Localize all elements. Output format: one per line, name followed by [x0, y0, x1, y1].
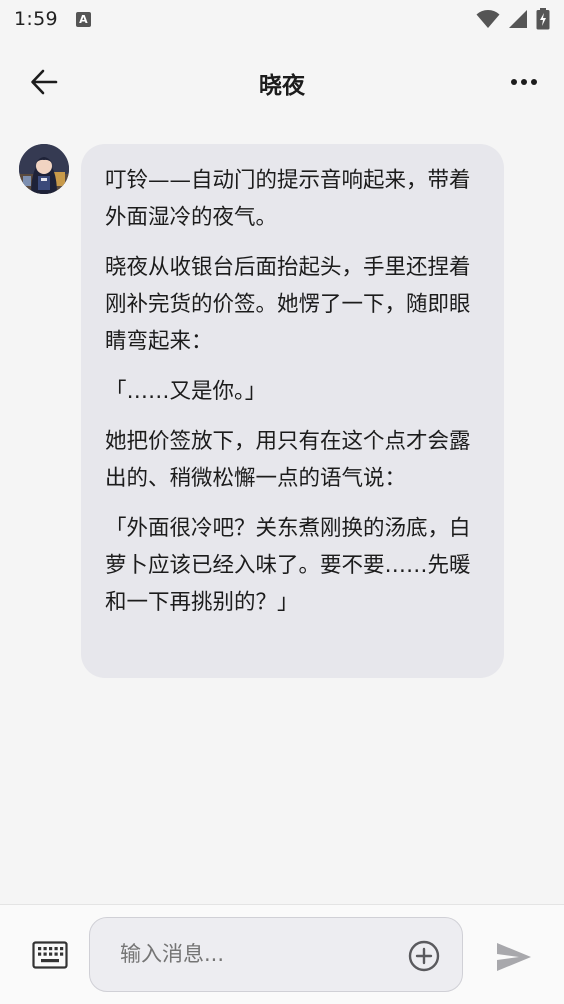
- battery-charging-icon: [536, 8, 550, 30]
- status-time: 1:59: [14, 8, 58, 30]
- message-paragraph: 叮铃——自动门的提示音响起来，带着外面湿冷的夜气。: [105, 168, 471, 230]
- message-paragraph: 「外面很冷吧？关东煮刚换的汤底，白萝卜应该已经入味了。要不要……先暖和一下再挑别…: [105, 516, 471, 615]
- status-bar: 1:59 A: [0, 0, 564, 38]
- chat-screen: 1:59 A 晓夜 叮铃——自动门的提示音响起来，带着外面湿冷的夜气。 晓夜从收…: [0, 0, 564, 1004]
- message-input-container[interactable]: [89, 917, 463, 992]
- message-paragraph: 她把价签放下，用只有在这个点才会露出的、稍微松懈一点的语气说：: [105, 429, 471, 491]
- more-dots-icon: [511, 79, 537, 85]
- avatar[interactable]: [19, 144, 69, 194]
- app-bar: 晓夜: [0, 52, 564, 112]
- keyboard-toggle-button[interactable]: [32, 941, 68, 969]
- status-icons: [476, 8, 550, 30]
- send-icon: [497, 943, 531, 971]
- message-input[interactable]: [120, 942, 390, 966]
- message-paragraph: 晓夜从收银台后面抬起头，手里还捏着刚补完货的价签。她愣了一下，随即眼睛弯起来：: [105, 255, 471, 354]
- page-title: 晓夜: [259, 73, 305, 99]
- more-options-button[interactable]: [504, 64, 544, 100]
- wifi-icon: [476, 10, 500, 28]
- add-attachment-button[interactable]: [408, 940, 440, 972]
- composer-bar: [0, 904, 564, 1004]
- plus-circle-icon: [408, 940, 440, 972]
- keyboard-icon: [32, 941, 68, 969]
- character-avatar-icon: [19, 144, 69, 194]
- send-button[interactable]: [495, 941, 533, 973]
- message-paragraph: 「……又是你。」: [105, 379, 267, 404]
- app-notification-icon: A: [75, 11, 91, 27]
- message-bubble[interactable]: 叮铃——自动门的提示音响起来，带着外面湿冷的夜气。 晓夜从收银台后面抬起头，手里…: [81, 144, 504, 678]
- cellular-signal-icon: [509, 10, 527, 28]
